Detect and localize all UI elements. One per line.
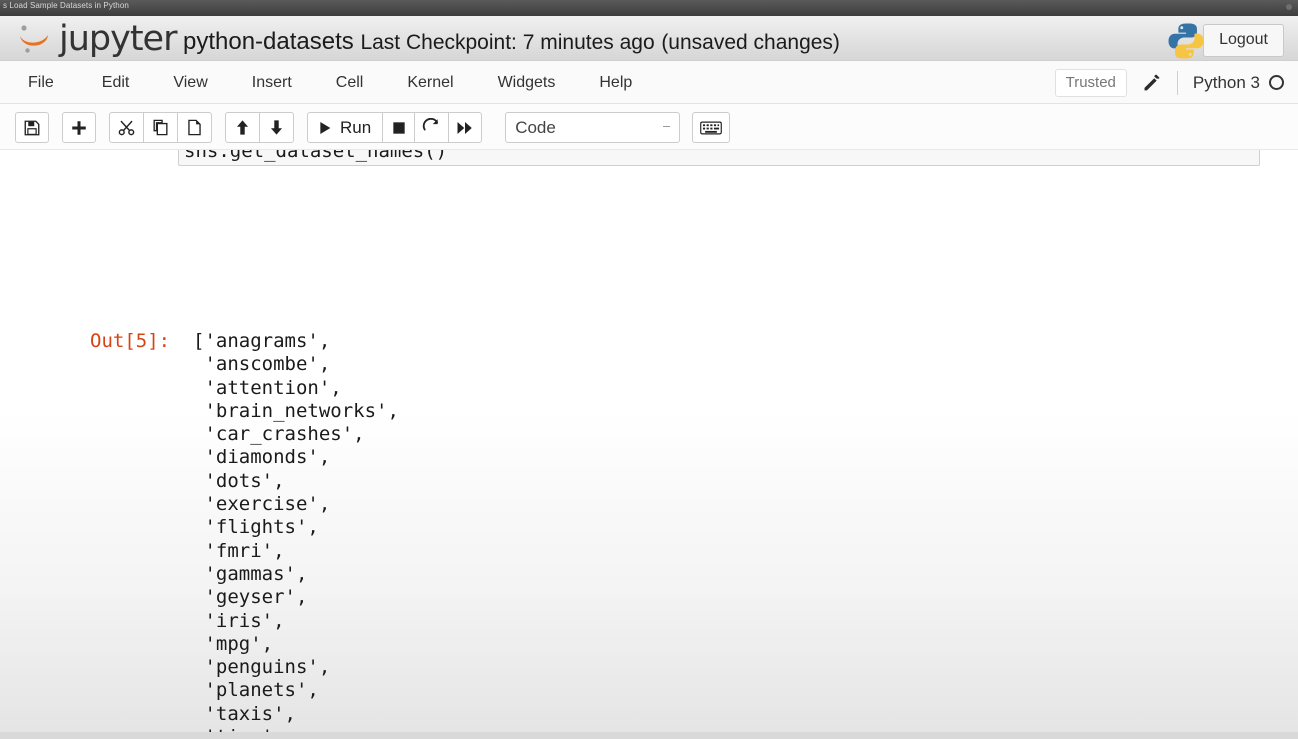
notebook-header: jupyter python-datasets Last Checkpoint:… <box>0 16 1298 61</box>
jupyter-notebook-app: s Load Sample Datasets in Python jupyter… <box>0 0 1298 739</box>
stop-square-icon <box>393 121 405 134</box>
browser-tab-title[interactable]: s Load Sample Datasets in Python <box>3 1 129 10</box>
menu-item-insert[interactable]: Insert <box>230 61 314 104</box>
fast-forward-icon <box>457 121 472 134</box>
pencil-icon <box>1144 74 1160 91</box>
toolbar-group-palette <box>692 112 731 143</box>
run-button-label: Run <box>340 117 372 137</box>
checkpoint-text: Last Checkpoint: 7 minutes ago <box>360 31 655 54</box>
chevron-down-icon <box>663 126 671 127</box>
command-palette-button[interactable] <box>692 112 731 143</box>
menu-bar-right: Trusted Python 3 <box>1054 61 1286 104</box>
jupyter-logo[interactable]: jupyter <box>14 17 177 61</box>
cell-type-select[interactable]: Code <box>505 112 681 143</box>
keyboard-icon <box>700 121 723 134</box>
scissors-icon <box>118 120 135 136</box>
previous-code-cell-clipped[interactable]: sns.get_dataset_names() <box>178 150 1260 166</box>
arrow-down-icon <box>270 120 283 135</box>
toolbar-inner: Run Code <box>15 112 743 143</box>
restart-kernel-button[interactable] <box>414 112 450 143</box>
logout-button[interactable]: Logout <box>1203 24 1284 57</box>
menu-items: File Edit View Insert Cell Kernel Widget… <box>28 61 654 104</box>
output-text: ['anagrams', 'anscombe', 'attention', 'b… <box>193 330 399 739</box>
copy-icon <box>153 119 168 136</box>
menu-item-edit[interactable]: Edit <box>80 61 152 104</box>
play-icon <box>320 121 331 134</box>
arrow-up-icon <box>236 120 249 135</box>
unsaved-changes-text: (unsaved changes) <box>661 31 840 54</box>
insert-cell-below-button[interactable] <box>62 112 96 143</box>
menu-separator <box>1176 70 1178 95</box>
menu-item-kernel[interactable]: Kernel <box>385 61 475 104</box>
floppy-disk-icon <box>24 120 40 135</box>
restart-and-run-all-button[interactable] <box>448 112 483 143</box>
previous-cell-code: sns.get_dataset_names() <box>184 150 448 162</box>
browser-window-control-icon[interactable] <box>1286 4 1292 10</box>
menu-item-widgets[interactable]: Widgets <box>476 61 578 104</box>
menu-item-help[interactable]: Help <box>577 61 654 104</box>
browser-tab-strip: s Load Sample Datasets in Python <box>0 0 1298 16</box>
python-logo-icon <box>1168 23 1204 59</box>
toolbar-group-clipboard <box>109 112 212 143</box>
toolbar-group-save <box>15 112 49 143</box>
run-cell-button[interactable]: Run <box>307 112 384 143</box>
restart-circular-arrow-icon <box>423 118 439 131</box>
output-prompt: Out[5]: <box>90 330 171 352</box>
paste-cell-button[interactable] <box>177 112 212 143</box>
edit-mode-indicator[interactable] <box>1141 72 1162 93</box>
interrupt-kernel-button[interactable] <box>382 112 416 143</box>
move-cell-down-button[interactable] <box>259 112 294 143</box>
save-button[interactable] <box>15 112 49 143</box>
menu-item-file[interactable]: File <box>28 61 80 104</box>
copy-cell-button[interactable] <box>143 112 178 143</box>
menu-bar: File Edit View Insert Cell Kernel Widget… <box>0 61 1298 104</box>
toolbar-group-run: Run <box>307 112 483 143</box>
kernel-indicator-label[interactable]: Python 3 <box>1193 73 1260 93</box>
notebook-toolbar: Run Code <box>0 104 1298 150</box>
plus-icon <box>72 120 86 135</box>
page-bottom-edge <box>0 732 1298 739</box>
trusted-badge[interactable]: Trusted <box>1054 68 1127 97</box>
kernel-idle-circle-icon[interactable] <box>1269 75 1284 90</box>
jupyter-logo-text: jupyter <box>59 18 177 59</box>
cell-type-value: Code <box>515 117 556 137</box>
cut-cell-button[interactable] <box>109 112 144 143</box>
toolbar-group-move <box>225 112 294 143</box>
notebook-body[interactable]: sns.get_dataset_names() Out[5]: ['anagra… <box>0 150 1298 739</box>
move-cell-up-button[interactable] <box>225 112 260 143</box>
menu-item-view[interactable]: View <box>151 61 229 104</box>
paste-icon <box>188 119 201 136</box>
notebook-title[interactable]: python-datasets Last Checkpoint: 7 minut… <box>183 28 840 56</box>
toolbar-group-insert <box>62 112 96 143</box>
notebook-name[interactable]: python-datasets <box>183 28 354 55</box>
jupyter-logo-icon <box>20 25 48 53</box>
menu-item-cell[interactable]: Cell <box>314 61 386 104</box>
